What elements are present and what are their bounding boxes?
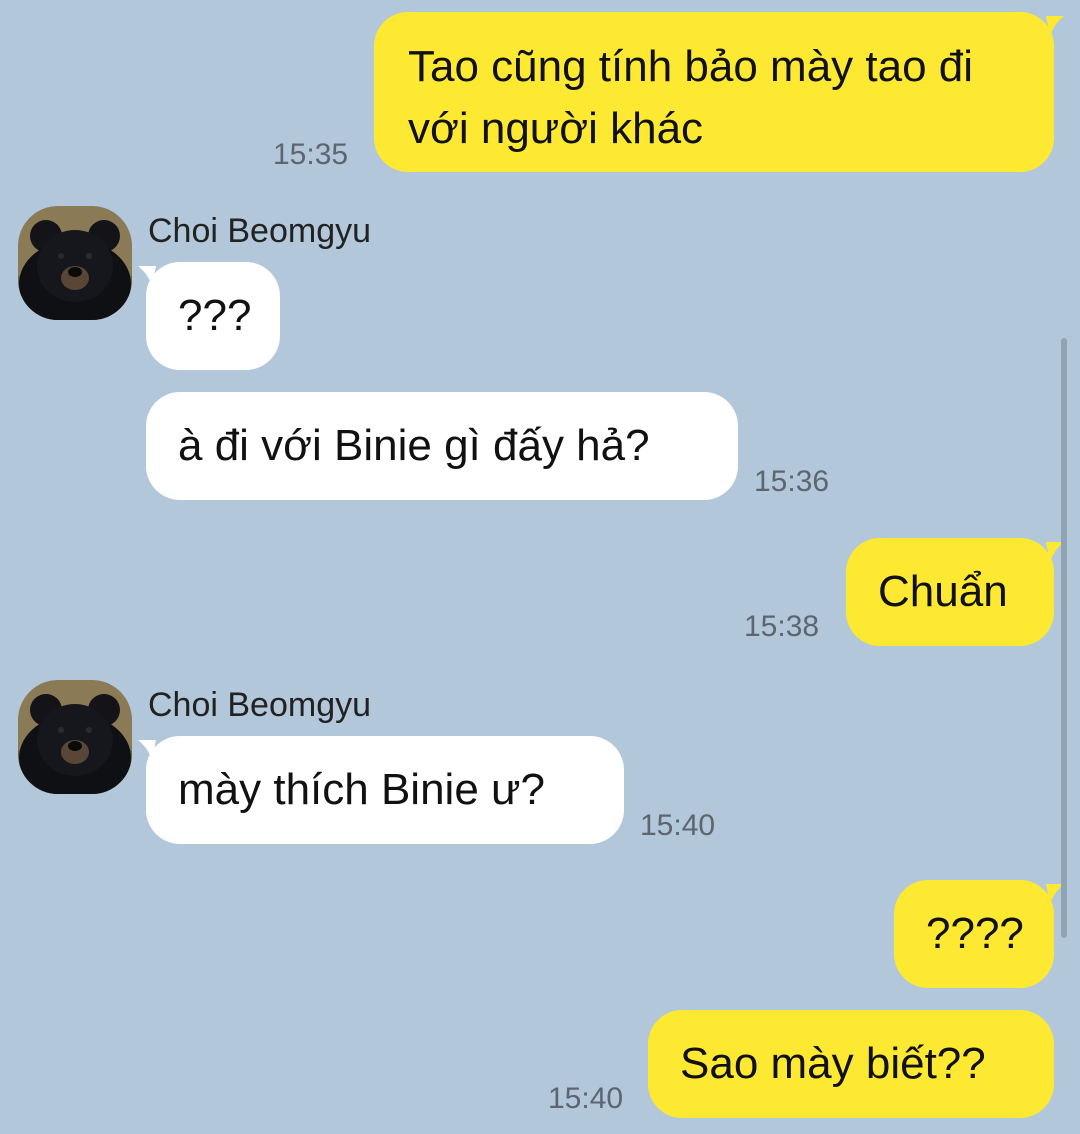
- message-timestamp: 15:38: [744, 610, 820, 643]
- bear-icon: [18, 206, 132, 320]
- my-message-bubble[interactable]: Sao mày biết??: [648, 1010, 1054, 1118]
- chat-view[interactable]: Tao cũng tính bảo mày tao đi với người k…: [0, 0, 1080, 1134]
- my-message-bubble[interactable]: Tao cũng tính bảo mày tao đi với người k…: [374, 12, 1054, 172]
- their-message-bubble[interactable]: ???: [146, 262, 280, 370]
- their-message-bubble[interactable]: mày thích Binie ư?: [146, 736, 624, 844]
- my-message-bubble[interactable]: Chuẩn: [846, 538, 1054, 646]
- message-text: mày thích Binie ư?: [178, 765, 545, 814]
- bear-avatar[interactable]: [18, 206, 132, 320]
- bubble-tail: [138, 740, 156, 760]
- message-text: Chuẩn: [878, 567, 1008, 616]
- message-timestamp: 15:35: [273, 138, 349, 171]
- message-text: ????: [926, 909, 1024, 958]
- message-timestamp: 15:40: [640, 809, 716, 842]
- message-text: Tao cũng tính bảo mày tao đi với người k…: [408, 42, 974, 153]
- bubble-tail: [138, 266, 156, 286]
- message-text: Sao mày biết??: [680, 1039, 986, 1088]
- their-message-bubble[interactable]: à đi với Binie gì đấy hả?: [146, 392, 738, 500]
- scrollbar[interactable]: [1061, 338, 1067, 938]
- message-text: à đi với Binie gì đấy hả?: [178, 421, 650, 470]
- message-timestamp: 15:36: [754, 465, 830, 498]
- sender-name: Choi Beomgyu: [148, 686, 372, 724]
- bear-icon: [18, 680, 132, 794]
- bear-avatar[interactable]: [18, 680, 132, 794]
- message-text: ???: [178, 291, 252, 340]
- bubble-tail: [1046, 16, 1064, 36]
- message-timestamp: 15:40: [548, 1082, 624, 1115]
- sender-name: Choi Beomgyu: [148, 212, 372, 250]
- my-message-bubble[interactable]: ????: [894, 880, 1054, 988]
